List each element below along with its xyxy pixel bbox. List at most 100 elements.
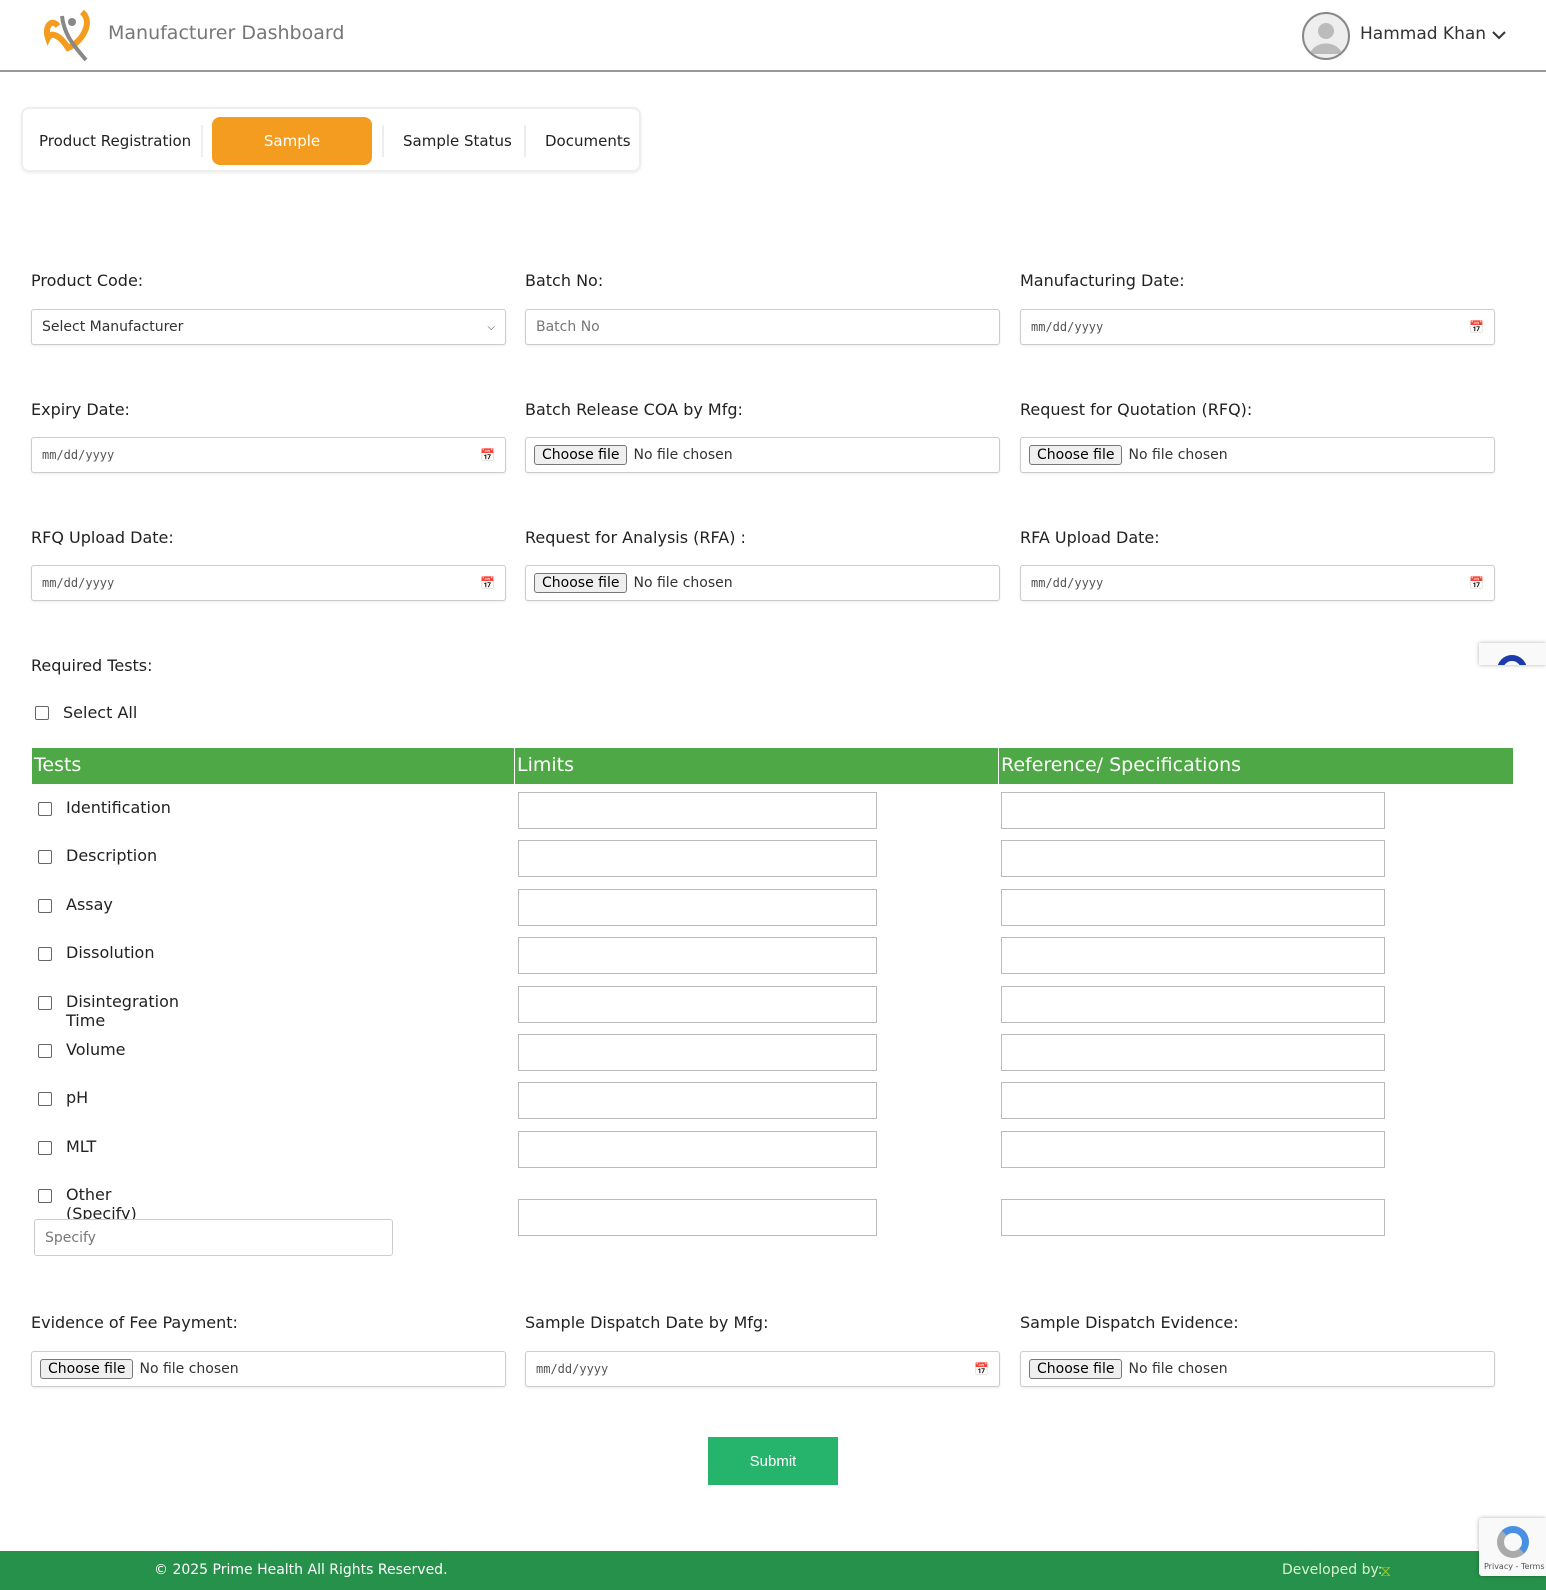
dispatch-evidence-file-input[interactable]: Choose file No file chosen — [1020, 1351, 1495, 1387]
test-checkbox[interactable] — [38, 995, 52, 1010]
choose-file-button[interactable]: Choose file — [534, 445, 628, 465]
fee-file-input[interactable]: Choose file No file chosen — [31, 1351, 506, 1387]
reference-input[interactable] — [1001, 985, 1385, 1023]
developer-logo-icon[interactable]: ⧖ — [1380, 1561, 1391, 1581]
limits-input[interactable] — [518, 1199, 877, 1237]
reference-input[interactable] — [1001, 1082, 1385, 1120]
recaptcha-links[interactable]: Privacy - Terms — [1484, 1562, 1545, 1571]
reference-input[interactable] — [1001, 937, 1385, 975]
test-label: Description — [66, 846, 158, 866]
select-all-label: Select All — [63, 703, 138, 722]
product-code-value: Select Manufacturer — [42, 319, 184, 335]
rfa-date-label: RFA Upload Date: — [1020, 528, 1160, 547]
limits-input[interactable] — [518, 792, 877, 829]
mfg-date-input[interactable]: mm/dd/yyyy 📅 — [1020, 309, 1495, 345]
calendar-icon[interactable]: 📅 — [480, 448, 495, 462]
expiry-date-label: Expiry Date: — [31, 400, 130, 419]
limits-input[interactable] — [518, 1130, 877, 1168]
test-checkbox[interactable] — [38, 1140, 52, 1155]
recaptcha-icon — [1497, 1526, 1529, 1558]
test-label: MLT — [66, 1136, 97, 1156]
choose-file-button[interactable]: Choose file — [1029, 445, 1123, 465]
limits-input[interactable] — [518, 937, 877, 975]
tab-bar: Product Registration Sample Registration… — [21, 107, 641, 198]
file-status: No file chosen — [633, 575, 733, 591]
tab-sample-registration[interactable]: Sample Registration — [212, 117, 372, 198]
batch-no-input[interactable]: Batch No — [525, 309, 1000, 345]
mfg-date-label: Manufacturing Date: — [1020, 271, 1185, 290]
rfa-date-input[interactable]: mm/dd/yyyy 📅 — [1020, 565, 1495, 601]
tab-divider — [201, 125, 203, 157]
limits-input[interactable] — [518, 840, 877, 878]
chevron-down-icon[interactable] — [1492, 30, 1506, 40]
calendar-icon[interactable]: 📅 — [1469, 576, 1484, 590]
limits-input[interactable] — [518, 1034, 877, 1071]
recaptcha-badge-partial[interactable] — [1479, 643, 1546, 665]
tab-sample-status[interactable]: Sample Status — [393, 117, 522, 165]
recaptcha-badge[interactable]: Privacy - Terms — [1479, 1518, 1546, 1576]
test-checkbox[interactable] — [38, 947, 52, 962]
expiry-date-input[interactable]: mm/dd/yyyy 📅 — [31, 437, 506, 473]
file-status: No file chosen — [633, 447, 733, 463]
coa-label: Batch Release COA by Mfg: — [525, 400, 743, 419]
column-header-tests: Tests — [34, 754, 82, 776]
rfq-file-input[interactable]: Choose file No file chosen — [1020, 437, 1495, 473]
tests-table-header: Tests Limits Reference/ Specifications — [32, 748, 1513, 784]
test-checkbox[interactable] — [38, 850, 52, 865]
coa-file-input[interactable]: Choose file No file chosen — [525, 437, 1000, 473]
reference-input[interactable] — [1001, 1130, 1385, 1168]
reference-input[interactable] — [1001, 1034, 1385, 1071]
tab-divider — [382, 125, 384, 157]
rfq-label: Request for Quotation (RFQ): — [1020, 400, 1253, 419]
calendar-icon[interactable]: 📅 — [1469, 320, 1484, 334]
submit-button[interactable]: Submit — [708, 1437, 838, 1485]
choose-file-button[interactable]: Choose file — [40, 1359, 134, 1379]
user-name[interactable]: Hammad Khan — [1360, 24, 1486, 44]
column-header-limits: Limits — [517, 754, 574, 776]
file-status: No file chosen — [1128, 447, 1228, 463]
developed-by-text: Developed by: — [1282, 1562, 1383, 1578]
file-status: No file chosen — [1128, 1361, 1228, 1377]
test-checkbox[interactable] — [38, 1044, 52, 1058]
copyright-text: © 2025 Prime Health All Rights Reserved. — [154, 1562, 448, 1578]
calendar-icon[interactable]: 📅 — [974, 1362, 989, 1376]
select-all-checkbox[interactable] — [35, 706, 49, 720]
calendar-icon[interactable]: 📅 — [480, 576, 495, 590]
test-checkbox[interactable] — [38, 1189, 52, 1204]
recaptcha-icon — [1497, 655, 1527, 665]
date-placeholder: mm/dd/yyyy — [42, 576, 115, 590]
limits-input[interactable] — [518, 1082, 877, 1120]
fee-label: Evidence of Fee Payment: — [31, 1313, 238, 1332]
test-label: Disintegration Time — [66, 991, 179, 1030]
test-label: Other (Specify) — [66, 1185, 137, 1224]
user-icon — [1310, 23, 1342, 54]
limits-input[interactable] — [518, 985, 877, 1023]
reference-input[interactable] — [1001, 792, 1385, 829]
date-placeholder: mm/dd/yyyy — [536, 1362, 609, 1376]
tab-product-registration[interactable]: Product Registration — [29, 117, 201, 165]
footer: © 2025 Prime Health All Rights Reserved.… — [0, 1551, 1546, 1590]
product-code-select[interactable]: Select Manufacturer ⌵ — [31, 309, 506, 345]
reference-input[interactable] — [1001, 840, 1385, 878]
limits-input[interactable] — [518, 888, 877, 926]
choose-file-button[interactable]: Choose file — [534, 573, 628, 593]
rfq-date-input[interactable]: mm/dd/yyyy 📅 — [31, 565, 506, 601]
test-checkbox[interactable] — [38, 802, 52, 816]
date-placeholder: mm/dd/yyyy — [42, 448, 115, 462]
reference-input[interactable] — [1001, 888, 1385, 926]
specify-input[interactable]: Specify — [34, 1219, 393, 1256]
rfa-label: Request for Analysis (RFA) : — [525, 528, 746, 547]
choose-file-button[interactable]: Choose file — [1029, 1359, 1123, 1379]
tab-divider — [524, 125, 526, 157]
test-checkbox[interactable] — [38, 1092, 52, 1107]
dispatch-evidence-label: Sample Dispatch Evidence: — [1020, 1313, 1239, 1332]
rfa-file-input[interactable]: Choose file No file chosen — [525, 565, 1000, 601]
avatar[interactable] — [1302, 12, 1350, 60]
reference-input[interactable] — [1001, 1199, 1385, 1237]
required-tests-label: Required Tests: — [31, 656, 153, 675]
batch-no-label: Batch No: — [525, 271, 604, 290]
test-checkbox[interactable] — [38, 898, 52, 913]
chevron-down-icon: ⌵ — [487, 321, 495, 333]
dispatch-date-input[interactable]: mm/dd/yyyy 📅 — [525, 1351, 1000, 1387]
tab-documents[interactable]: Documents — [535, 117, 641, 165]
